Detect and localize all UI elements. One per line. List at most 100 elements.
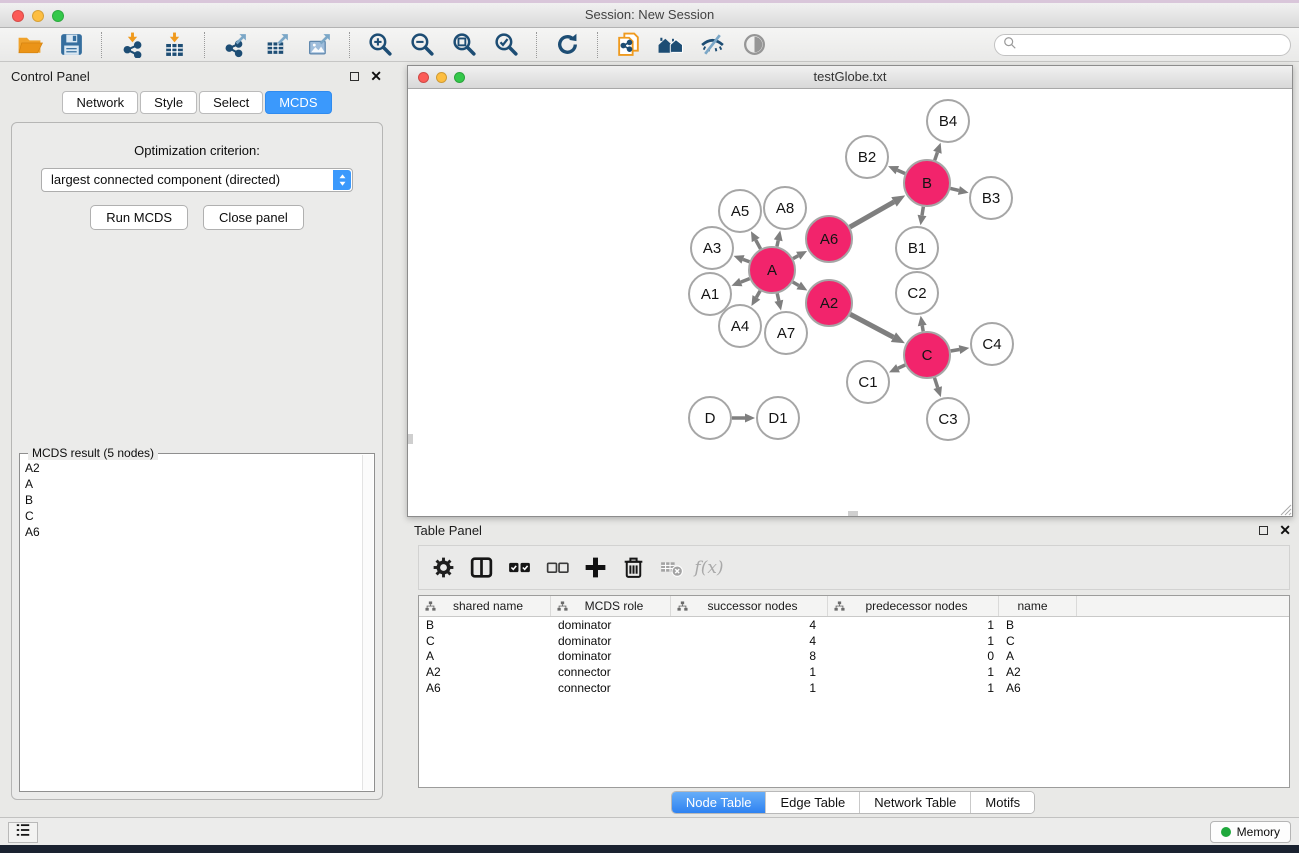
network-maximize-button[interactable] [454,72,465,83]
cell-name[interactable]: A [999,649,1077,663]
hide-eye-icon[interactable] [696,30,728,60]
zoom-in-icon[interactable] [364,30,396,60]
edge-B-B2[interactable] [897,170,905,173]
column-header-mcds-role[interactable]: MCDS role [551,596,671,616]
node-C2[interactable]: C2 [896,272,938,314]
tab-style[interactable]: Style [140,91,197,114]
column-header-predecessor-nodes[interactable]: predecessor nodes [828,596,999,616]
cell-predecessor-nodes[interactable]: 1 [828,681,999,695]
node-A5[interactable]: A5 [719,190,761,232]
cell-predecessor-nodes[interactable]: 1 [828,634,999,648]
cell-mcds-role[interactable]: dominator [551,649,671,663]
tab-select[interactable]: Select [199,91,263,114]
tab-node-table[interactable]: Node Table [672,792,767,813]
cell-mcds-role[interactable]: connector [551,665,671,679]
column-header-shared-name[interactable]: shared name [419,596,551,616]
import-network-icon[interactable] [116,30,148,60]
resize-grip-icon[interactable] [1277,501,1292,516]
edge-C-C4[interactable] [951,350,960,351]
tab-network-table[interactable]: Network Table [860,792,971,813]
deselect-all-icon[interactable] [538,549,576,587]
edge-A6-B[interactable] [850,202,894,227]
node-C3[interactable]: C3 [927,398,969,440]
cell-predecessor-nodes[interactable]: 1 [828,665,999,679]
node-A6[interactable]: A6 [806,216,852,262]
copy-network-icon[interactable] [612,30,644,60]
edge-A-A1[interactable] [741,279,750,282]
cell-shared-name[interactable]: B [419,618,551,632]
search-input[interactable] [1017,38,1290,52]
node-B4[interactable]: B4 [927,100,969,142]
memory-button[interactable]: Memory [1210,821,1291,843]
cell-name[interactable]: C [999,634,1077,648]
node-C1[interactable]: C1 [847,361,889,403]
columns-icon[interactable] [462,549,500,587]
edge-A2-C[interactable] [850,314,893,337]
close-panel-button[interactable]: Close panel [203,205,304,230]
cell-successor-nodes[interactable]: 1 [671,665,828,679]
node-B1[interactable]: B1 [896,227,938,269]
edge-A-A4[interactable] [756,291,760,298]
node-A8[interactable]: A8 [764,187,806,229]
cell-successor-nodes[interactable]: 4 [671,634,828,648]
result-item[interactable]: B [25,492,361,508]
open-folder-icon[interactable] [13,30,45,60]
zoom-fit-icon[interactable] [448,30,480,60]
tab-motifs[interactable]: Motifs [971,792,1034,813]
cell-successor-nodes[interactable]: 1 [671,681,828,695]
select-all-icon[interactable] [500,549,538,587]
float-table-panel-icon[interactable] [1259,526,1268,535]
table-row[interactable]: Cdominator41C [419,633,1289,649]
node-A[interactable]: A [749,247,795,293]
run-mcds-button[interactable]: Run MCDS [90,205,188,230]
maximize-window-button[interactable] [52,10,64,22]
delete-column-icon[interactable] [614,549,652,587]
edge-A-A5[interactable] [756,240,761,249]
import-table-icon[interactable] [158,30,190,60]
result-item[interactable]: C [25,508,361,524]
node-B3[interactable]: B3 [970,177,1012,219]
node-B2[interactable]: B2 [846,136,888,178]
cell-predecessor-nodes[interactable]: 0 [828,649,999,663]
save-icon[interactable] [55,30,87,60]
zoom-selected-icon[interactable] [490,30,522,60]
refresh-icon[interactable] [551,30,583,60]
tab-mcds[interactable]: MCDS [265,91,331,114]
minimize-window-button[interactable] [32,10,44,22]
add-column-icon[interactable] [576,549,614,587]
node-A3[interactable]: A3 [691,227,733,269]
export-image-icon[interactable] [303,30,335,60]
gear-icon[interactable] [424,549,462,587]
node-D1[interactable]: D1 [757,397,799,439]
edge-C-C2[interactable] [922,326,923,332]
cell-predecessor-nodes[interactable]: 1 [828,618,999,632]
tab-edge-table[interactable]: Edge Table [766,792,860,813]
edge-C-C3[interactable] [934,378,937,388]
result-scrollbar[interactable] [362,455,373,790]
cell-shared-name[interactable]: A [419,649,551,663]
node-C[interactable]: C [904,332,950,378]
node-A1[interactable]: A1 [689,273,731,315]
result-item[interactable]: A [25,476,361,492]
edge-A-A2[interactable] [793,282,799,285]
mcds-result-list[interactable]: A2ABCA6 [21,455,361,790]
edge-B-B4[interactable] [935,152,938,160]
edge-A-A3[interactable] [743,259,749,261]
cell-successor-nodes[interactable]: 8 [671,649,828,663]
export-table-icon[interactable] [261,30,293,60]
node-A7[interactable]: A7 [765,312,807,354]
tab-network[interactable]: Network [62,91,138,114]
cell-shared-name[interactable]: C [419,634,551,648]
table-row[interactable]: Adominator80A [419,649,1289,665]
criterion-dropdown[interactable]: largest connected component (directed) [41,168,353,192]
task-history-button[interactable] [8,822,38,843]
edge-B-B1[interactable] [922,207,923,216]
cell-mcds-role[interactable]: connector [551,681,671,695]
edge-B-B3[interactable] [950,188,959,190]
cell-name[interactable]: B [999,618,1077,632]
table-row[interactable]: Bdominator41B [419,617,1289,633]
network-window-titlebar[interactable]: testGlobe.txt [408,66,1292,89]
node-A2[interactable]: A2 [806,280,852,326]
node-B[interactable]: B [904,160,950,206]
node-C4[interactable]: C4 [971,323,1013,365]
